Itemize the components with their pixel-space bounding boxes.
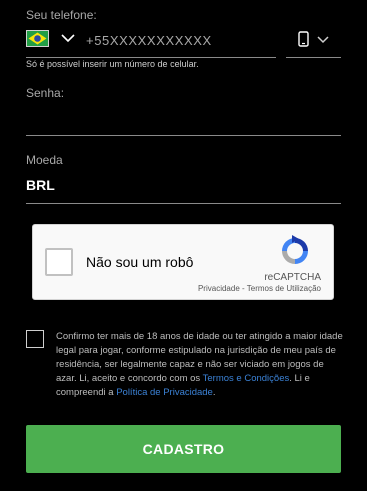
brazil-flag-icon[interactable] bbox=[26, 30, 49, 47]
register-button[interactable]: CADASTRO bbox=[26, 425, 341, 473]
terms-checkbox[interactable] bbox=[26, 330, 44, 348]
currency-label: Moeda bbox=[26, 153, 63, 167]
phone-type-chevron-down-icon[interactable] bbox=[317, 36, 329, 44]
recaptcha-brand: reCAPTCHA bbox=[264, 272, 321, 283]
currency-value[interactable]: BRL bbox=[26, 177, 55, 193]
currency-underline bbox=[26, 203, 341, 204]
phone-input-underline bbox=[26, 57, 276, 58]
recaptcha-logo-icon bbox=[279, 235, 311, 272]
recaptcha-links: Privacidade - Termos de Utilização bbox=[198, 284, 321, 293]
privacy-policy-link[interactable]: Política de Privacidade bbox=[116, 387, 213, 398]
recaptcha-privacy-link[interactable]: Privacidade bbox=[198, 284, 240, 293]
password-underline bbox=[26, 135, 341, 136]
mobile-phone-icon[interactable] bbox=[298, 31, 309, 52]
terms-conditions-link[interactable]: Termos e Condições bbox=[203, 373, 290, 384]
recaptcha-checkbox[interactable] bbox=[45, 248, 73, 276]
recaptcha-label: Não sou um robô bbox=[86, 254, 194, 270]
phone-hint: Só é possível inserir um número de celul… bbox=[26, 59, 199, 69]
terms-text: Confirmo ter mais de 18 anos de idade ou… bbox=[56, 330, 346, 400]
recaptcha-widget: Não sou um robô reCAPTCHA Privacidade - … bbox=[32, 224, 334, 300]
terms-text-after: . bbox=[212, 387, 216, 398]
phone-type-underline bbox=[286, 57, 341, 58]
recaptcha-separator: - bbox=[239, 284, 247, 293]
phone-input[interactable] bbox=[86, 28, 276, 52]
recaptcha-terms-link[interactable]: Termos de Utilização bbox=[247, 284, 321, 293]
password-label: Senha: bbox=[26, 86, 65, 100]
country-chevron-down-icon[interactable] bbox=[61, 34, 75, 43]
phone-label: Seu telefone: bbox=[26, 8, 97, 22]
password-input[interactable] bbox=[26, 106, 341, 132]
